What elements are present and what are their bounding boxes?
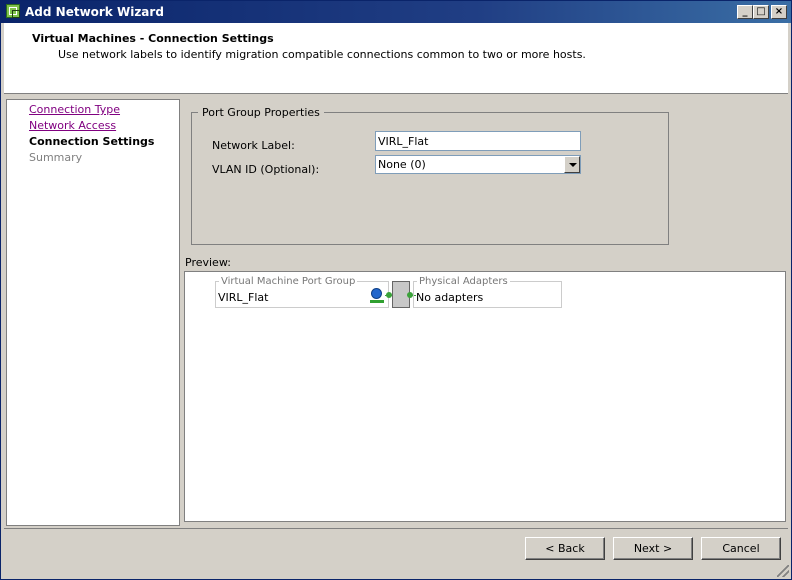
nav-item-connection-settings: Connection Settings [29, 135, 155, 148]
port-group-properties: Port Group Properties Network Label: VLA… [191, 106, 669, 245]
physical-adapters-value: No adapters [416, 291, 484, 304]
vm-port-group-caption: Virtual Machine Port Group [219, 276, 358, 287]
nav-item-connection-type[interactable]: Connection Type [29, 103, 120, 116]
preview-label: Preview: [185, 256, 231, 269]
chevron-down-icon[interactable] [564, 156, 580, 173]
vlan-id-value: None (0) [378, 158, 426, 171]
wizard-window: Add Network Wizard _ □ × Virtual Machine… [0, 0, 792, 580]
footer-divider [4, 528, 788, 529]
title-bar[interactable]: Add Network Wizard _ □ × [1, 1, 791, 23]
minimize-button[interactable]: _ [737, 5, 753, 19]
wizard-steps-nav: Connection Type Network Access Connectio… [6, 99, 180, 526]
vm-port-group-name: VIRL_Flat [218, 291, 269, 304]
window-title: Add Network Wizard [25, 5, 164, 19]
next-button[interactable]: Next > [613, 537, 693, 560]
vlan-id-caption: VLAN ID (Optional): [212, 163, 320, 176]
wizard-header: Virtual Machines - Connection Settings U… [4, 23, 788, 94]
vlan-id-select[interactable]: None (0) [375, 155, 581, 174]
resize-grip-icon[interactable] [777, 565, 789, 577]
nav-item-summary: Summary [29, 151, 83, 164]
close-button[interactable]: × [771, 5, 787, 19]
page-description: Use network labels to identify migration… [58, 48, 586, 61]
network-label-caption: Network Label: [212, 139, 295, 152]
nav-item-network-access[interactable]: Network Access [29, 119, 116, 132]
physical-adapters-box: Physical Adapters No adapters [413, 276, 562, 308]
network-label-input[interactable] [375, 131, 581, 151]
network-wizard-icon [6, 4, 20, 18]
page-title: Virtual Machines - Connection Settings [32, 32, 274, 45]
vm-port-group-box: Virtual Machine Port Group VIRL_Flat [215, 276, 389, 308]
back-button[interactable]: < Back [525, 537, 605, 560]
maximize-button[interactable]: □ [753, 5, 769, 19]
cancel-button[interactable]: Cancel [701, 537, 781, 560]
port-group-legend: Port Group Properties [202, 106, 320, 119]
physical-adapters-caption: Physical Adapters [417, 276, 510, 287]
port-group-connection-icon [370, 300, 384, 303]
port-group-globe-icon [371, 288, 382, 299]
content-panel: Port Group Properties Network Label: VLA… [181, 99, 788, 524]
preview-area: Virtual Machine Port Group VIRL_Flat Phy… [184, 271, 786, 522]
